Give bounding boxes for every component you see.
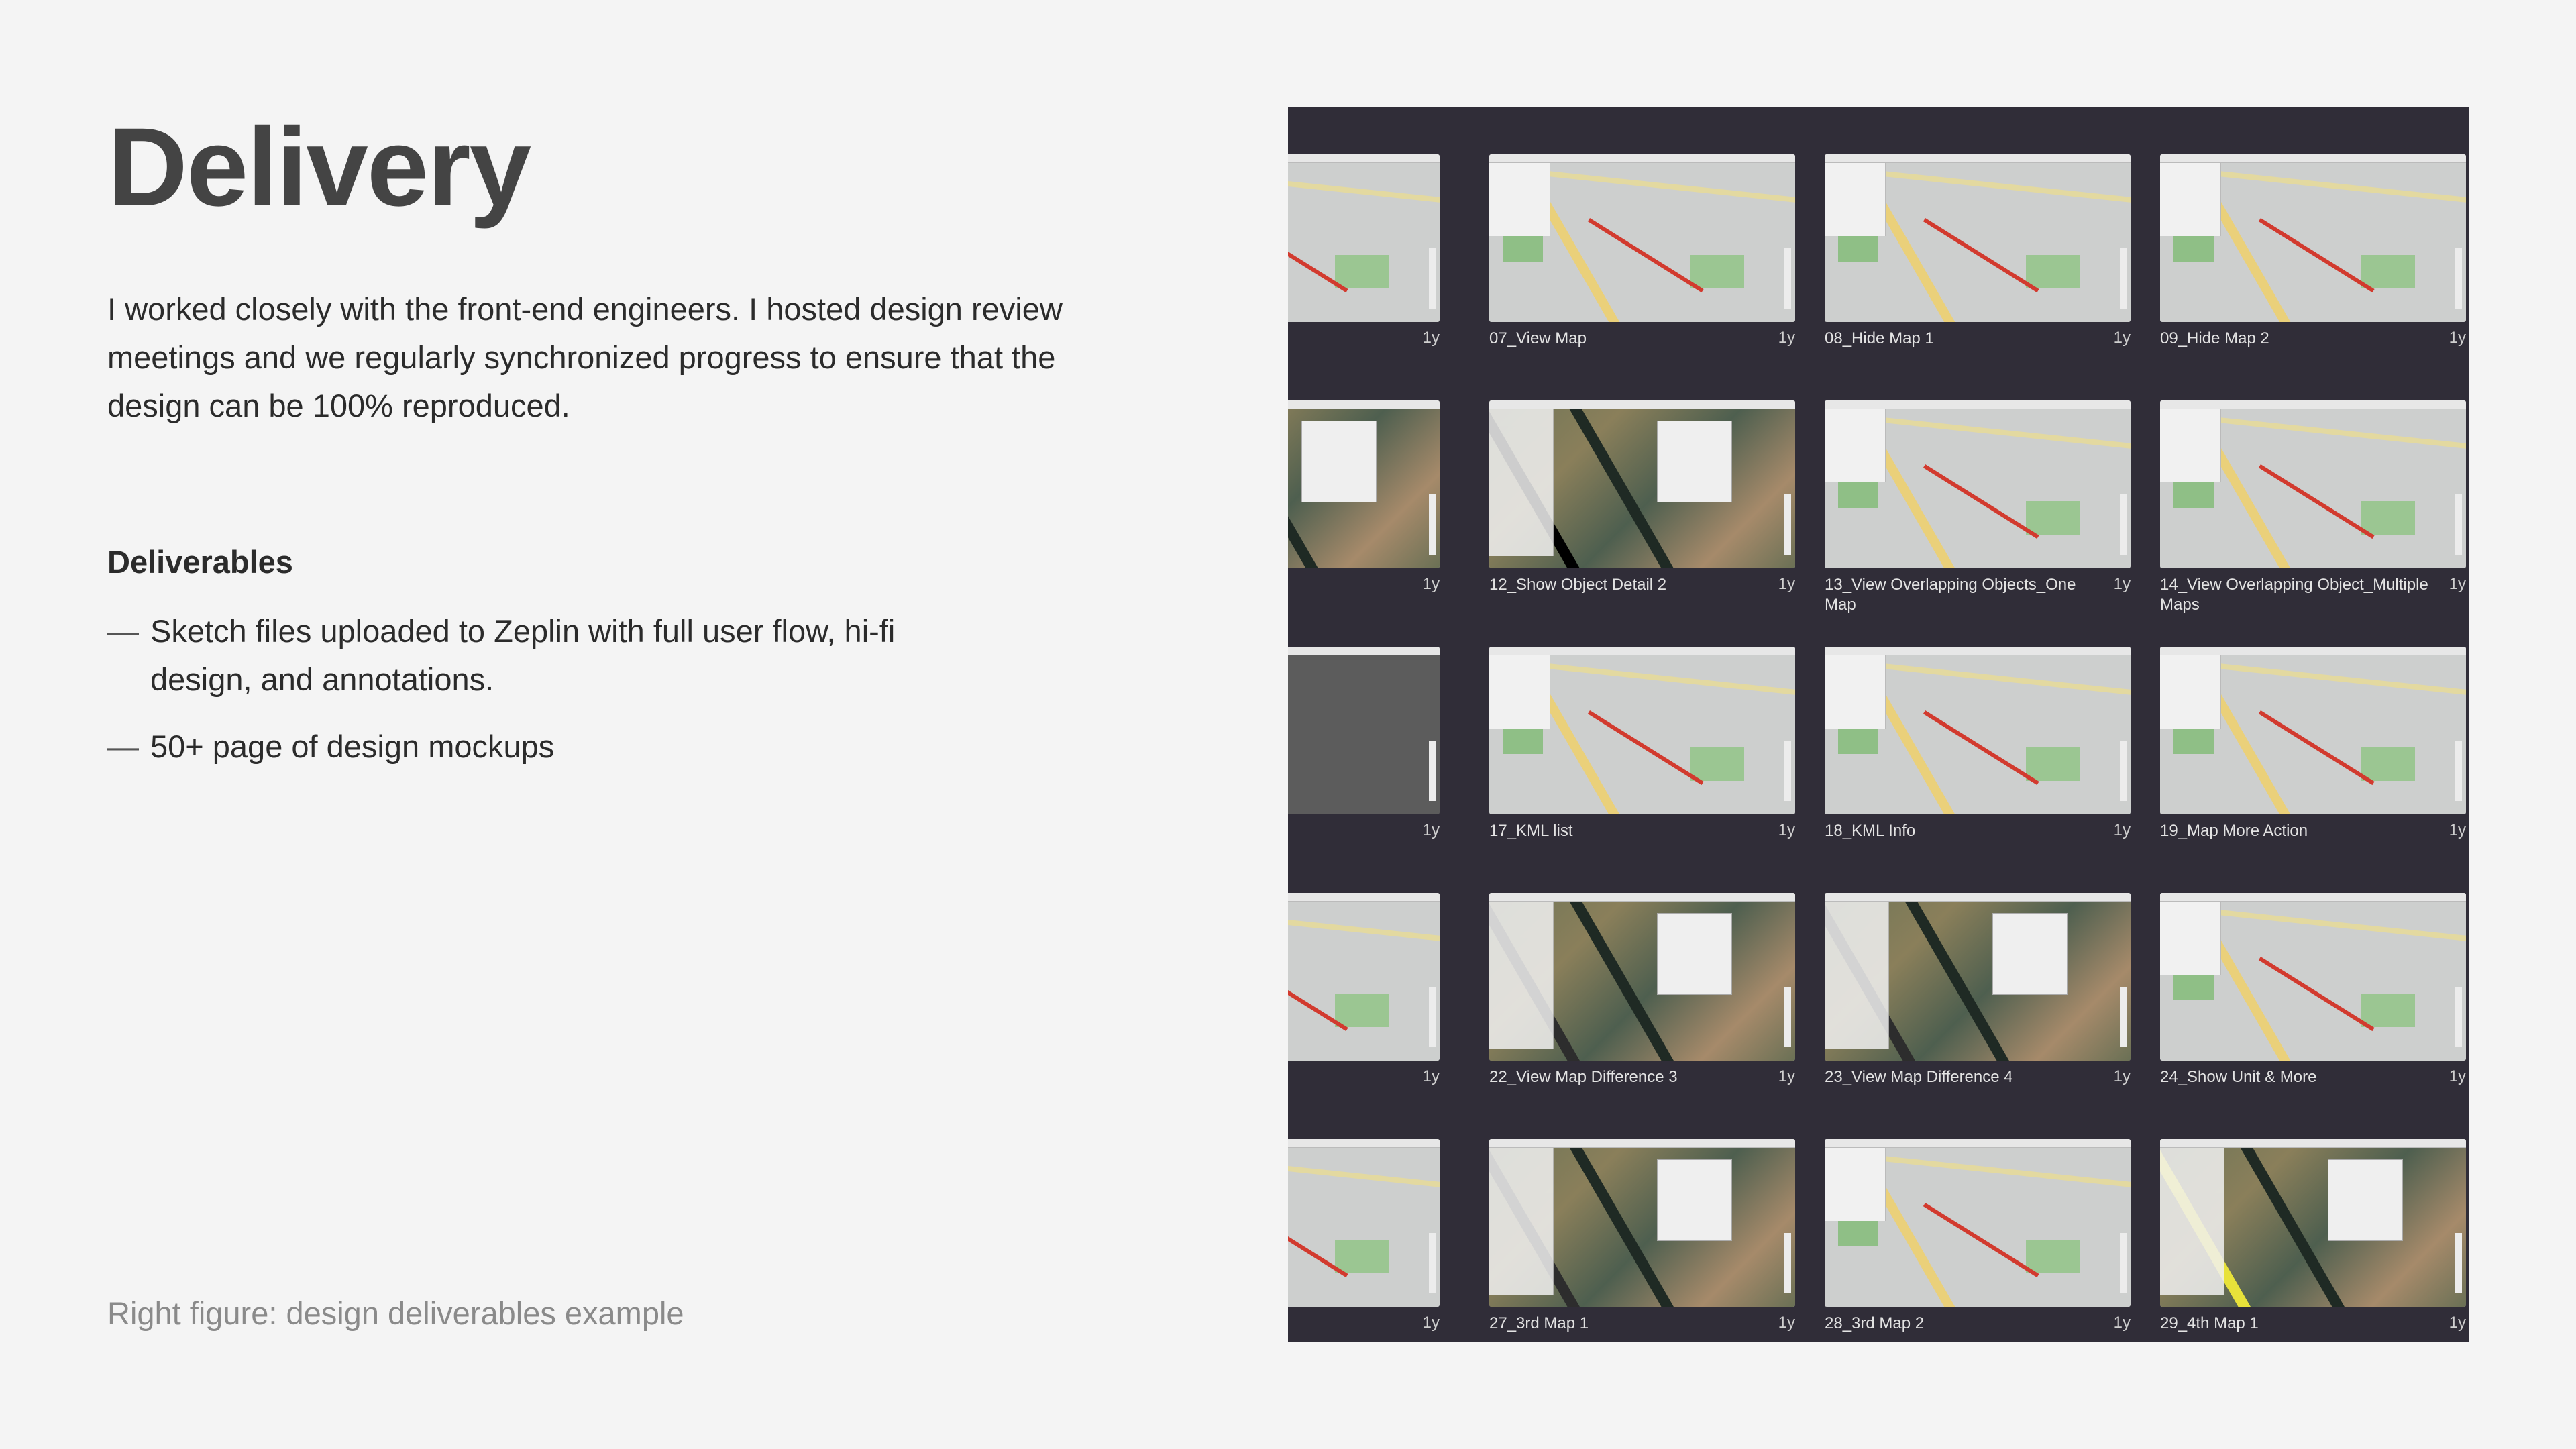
artboard-age: 1y <box>1778 821 1795 839</box>
dash-bullet-icon: — <box>107 613 139 649</box>
artboard-age: 1y <box>1422 575 1440 593</box>
artboard-thumbnail[interactable] <box>2160 893 2466 1061</box>
artboard-card[interactable]: 14_View Overlapping Object_Multiple Maps… <box>2160 354 2466 614</box>
artboard-thumbnail[interactable] <box>1825 154 2131 322</box>
artboard-card[interactable]: etail 1 1y <box>1288 354 1440 595</box>
artboard-age: 1y <box>2113 329 2131 347</box>
artboard-name: 23_View Map Difference 4 <box>1825 1068 2013 1086</box>
artboard-name: 19_Map More Action <box>2160 822 2308 840</box>
artboard-name: on <box>1288 1313 1402 1334</box>
artboard-thumbnail[interactable] <box>1489 1139 1795 1307</box>
artboard-name: 22_View Map Difference 3 <box>1489 1068 1678 1086</box>
artboard-name: rence 2 <box>1288 1067 1402 1087</box>
artboard-card[interactable]: 1y <box>1288 600 1440 841</box>
artboard-age: 1y <box>1778 329 1795 347</box>
artboard-name: 08_Hide Map 1 <box>1825 329 1934 347</box>
artboard-card[interactable]: 07_View Map 1y <box>1489 107 1795 349</box>
artboard-name: ccessfully <box>1288 329 1402 349</box>
artboard-thumbnail[interactable] <box>1288 400 1440 568</box>
artboard-card[interactable]: 24_Show Unit & More 1y <box>2160 846 2466 1087</box>
artboard-age: 1y <box>2449 1067 2466 1085</box>
artboard-card[interactable]: 27_3rd Map 1 1y <box>1489 1092 1795 1334</box>
artboard-card[interactable]: 29_4th Map 1 1y <box>2160 1092 2466 1334</box>
artboard-name: 12_Show Object Detail 2 <box>1489 576 1667 594</box>
artboard-thumbnail[interactable] <box>1825 893 2131 1061</box>
artboard-thumbnail[interactable] <box>1288 647 1440 814</box>
deliverables-list: — Sketch files uploaded to Zeplin with f… <box>107 607 966 790</box>
artboard-thumbnail[interactable] <box>1825 647 2131 814</box>
artboard-thumbnail[interactable] <box>1489 647 1795 814</box>
dash-bullet-icon: — <box>107 729 139 764</box>
artboard-age: 1y <box>2449 821 2466 839</box>
artboard-age: 1y <box>2113 1067 2131 1085</box>
artboard-card[interactable]: rence 2 1y <box>1288 846 1440 1087</box>
deliverable-item: — Sketch files uploaded to Zeplin with f… <box>107 607 966 704</box>
artboard-thumbnail[interactable] <box>1489 400 1795 568</box>
artboard-thumbnail[interactable] <box>1288 154 1440 322</box>
artboard-card[interactable]: 18_KML Info 1y <box>1825 600 2131 841</box>
artboard-thumbnail[interactable] <box>2160 400 2466 568</box>
artboard-name: 17_KML list <box>1489 822 1573 840</box>
artboard-thumbnail[interactable] <box>2160 647 2466 814</box>
artboard-age: 1y <box>2449 575 2466 593</box>
artboard-card[interactable]: 09_Hide Map 2 1y <box>2160 107 2466 349</box>
artboard-age: 1y <box>1422 821 1440 839</box>
artboard-card[interactable]: ccessfully 1y <box>1288 107 1440 349</box>
artboard-card[interactable]: 13_View Overlapping Objects_One Map 1y <box>1825 354 2131 614</box>
artboard-thumbnail[interactable] <box>2160 1139 2466 1307</box>
artboard-age: 1y <box>1778 1313 1795 1332</box>
artboard-card[interactable]: 28_3rd Map 2 1y <box>1825 1092 2131 1334</box>
artboard-name: etail 1 <box>1288 575 1402 595</box>
artboard-card[interactable]: on 1y <box>1288 1092 1440 1334</box>
artboard-thumbnail[interactable] <box>2160 154 2466 322</box>
deliverable-text: 50+ page of design mockups <box>150 729 555 764</box>
artboard-name: 24_Show Unit & More <box>2160 1068 2317 1086</box>
intro-paragraph: I worked closely with the front-end engi… <box>107 291 1063 423</box>
artboard-age: 1y <box>2113 821 2131 839</box>
artboard-name: 29_4th Map 1 <box>2160 1314 2259 1332</box>
artboard-age: 1y <box>2449 1313 2466 1332</box>
artboard-age: 1y <box>1778 575 1795 593</box>
design-deliverables-gallery: ccessfully 1y 07_View Map 1y 08_Hide Map 1 1y… <box>1288 107 2469 1342</box>
artboard-thumbnail[interactable] <box>1825 1139 2131 1307</box>
deliverable-item: — 50+ page of design mockups <box>107 722 966 771</box>
artboard-thumbnail[interactable] <box>1489 893 1795 1061</box>
artboard-thumbnail[interactable] <box>1288 893 1440 1061</box>
artboard-card[interactable]: 22_View Map Difference 3 1y <box>1489 846 1795 1087</box>
artboard-card[interactable]: 17_KML list 1y <box>1489 600 1795 841</box>
artboard-age: 1y <box>1422 1313 1440 1332</box>
deliverable-text: Sketch files uploaded to Zeplin with ful… <box>150 613 896 697</box>
artboard-name: 18_KML Info <box>1825 822 1916 840</box>
artboard-name: 27_3rd Map 1 <box>1489 1314 1589 1332</box>
deliverables-heading: Deliverables <box>107 544 293 580</box>
figure-caption: Right figure: design deliverables exampl… <box>107 1295 684 1331</box>
artboard-thumbnail[interactable] <box>1489 154 1795 322</box>
artboard-age: 1y <box>1778 1067 1795 1085</box>
page-title: Delivery <box>107 105 531 229</box>
artboard-age: 1y <box>2449 329 2466 347</box>
artboard-card[interactable]: 12_Show Object Detail 2 1y <box>1489 354 1795 595</box>
artboard-name: 09_Hide Map 2 <box>2160 329 2269 347</box>
artboard-age: 1y <box>2113 1313 2131 1332</box>
artboard-card[interactable]: 08_Hide Map 1 1y <box>1825 107 2131 349</box>
artboard-card[interactable]: 23_View Map Difference 4 1y <box>1825 846 2131 1087</box>
artboard-age: 1y <box>2113 575 2131 593</box>
artboard-name: 07_View Map <box>1489 329 1587 347</box>
artboard-thumbnail[interactable] <box>1288 1139 1440 1307</box>
artboard-age: 1y <box>1422 1067 1440 1085</box>
artboard-thumbnail[interactable] <box>1825 400 2131 568</box>
artboard-card[interactable]: 19_Map More Action 1y <box>2160 600 2466 841</box>
artboard-name: 28_3rd Map 2 <box>1825 1314 1925 1332</box>
artboard-age: 1y <box>1422 329 1440 347</box>
